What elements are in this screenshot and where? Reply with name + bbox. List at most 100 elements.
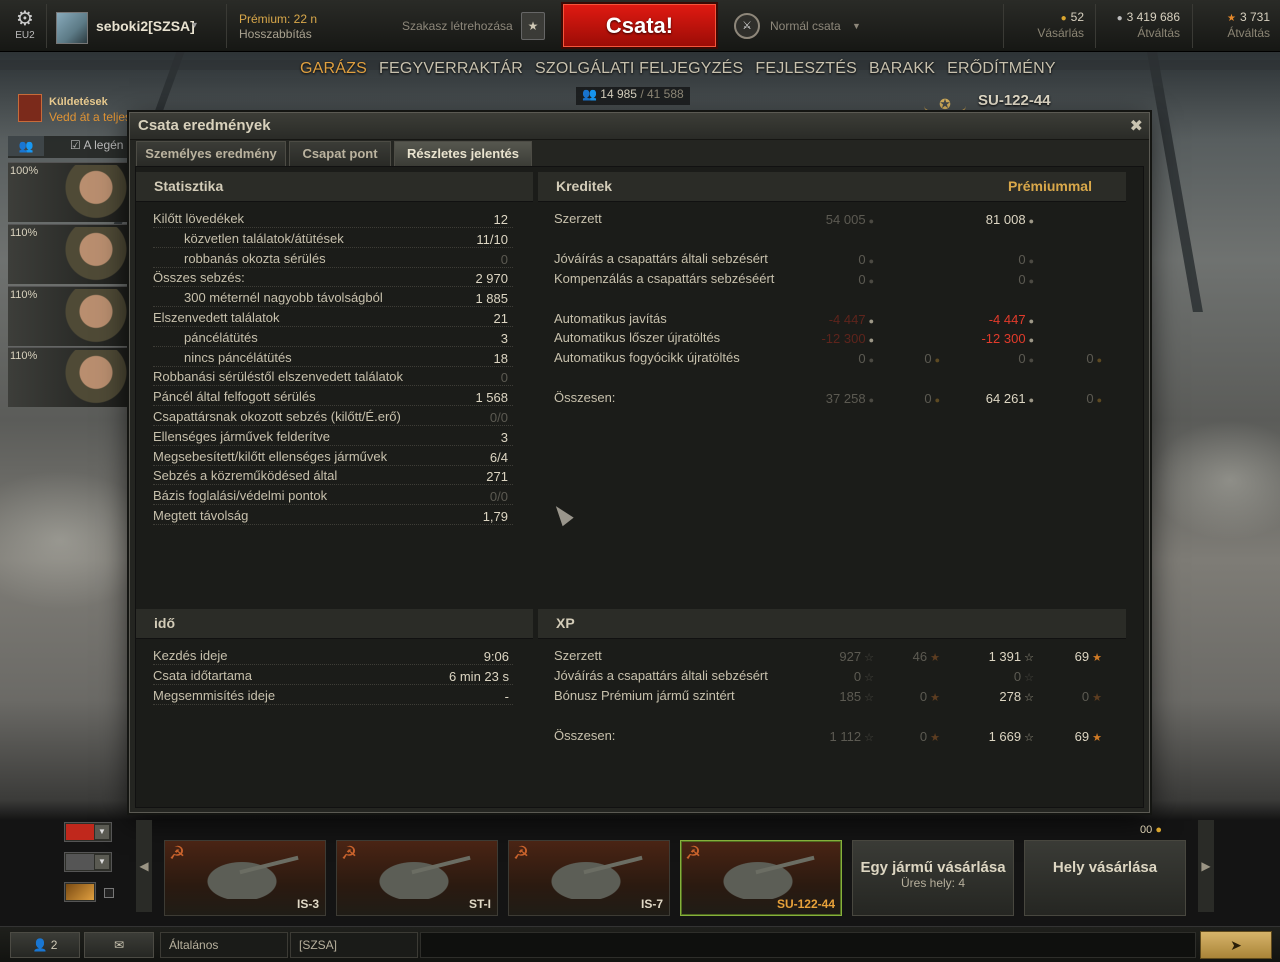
credits-icon: ● [868,395,874,406]
nav-service-record[interactable]: SZOLGÁLATI FELJEGYZÉS [535,60,743,77]
nav-store[interactable]: FEGYVERRAKTÁR [379,60,523,77]
dotted-leader [153,425,513,426]
stat-value: 1 885 [475,291,508,307]
value-text: 278 [999,689,1022,704]
credits-icon: ● [868,315,874,326]
free-xp-star-icon: ★ [1092,652,1102,664]
crew-member[interactable]: 110% [8,347,128,407]
premium-extend-link[interactable]: Hosszabbítás [239,27,317,42]
clan-emblem[interactable] [56,12,88,44]
crew-member[interactable]: 100% [8,162,128,222]
vehicle-name: SU-122-44 [776,897,835,911]
free-xp-star-icon: ★ [930,652,940,664]
dotted-leader [153,664,513,665]
dotted-leader [153,326,513,327]
buy-vehicle-slot[interactable]: Egy jármű vásárlása Üres hely: 4 [852,840,1014,916]
star-icon: ☆ [864,692,874,704]
carousel-right-arrow[interactable]: ▶ [1198,820,1214,912]
gold-balance[interactable]: ● 52 Vásárlás [1010,10,1084,41]
time-label: Megsemmisítés ideje [153,688,276,703]
vehicle-slot[interactable]: ☭ IS-7 [508,840,670,916]
tab-team[interactable]: Csapat pont [289,141,391,166]
dialog-title: Csata eredmények [130,113,1149,140]
xp-premium-value: 1 391 ☆ [989,649,1034,664]
value-text: 0 [1018,351,1026,367]
battle-mode-icon[interactable]: ⚔ [734,13,760,39]
premium-filter[interactable] [64,882,96,902]
credits-icon: ● [1028,335,1034,346]
battle-mode-select[interactable]: Normál csata [770,19,841,33]
crew-member[interactable]: 110% [8,224,128,284]
free-xp-star-icon: ★ [1092,692,1102,704]
free-xp-star-icon: ★ [930,692,940,704]
credits-label: Automatikus lőszer újratöltés [554,330,721,346]
time-value: 9:06 [483,649,509,664]
time-label: Kezdés ideje [153,648,228,663]
credits-base-value: -4 447 ● [829,312,874,327]
crew-portrait [64,289,128,345]
crew-group-button[interactable]: 👥 [8,136,44,156]
vehicle-slot[interactable]: ☭ ST-I [336,840,498,916]
nav-research[interactable]: FEJLESZTÉS [755,60,857,77]
nav-stronghold[interactable]: ERŐDÍTMÉNY [947,60,1056,77]
credits-premium-value: 81 008 ● [986,212,1034,227]
nav-barracks[interactable]: BARAKK [869,60,935,77]
settings-button[interactable]: ⚙ EU2 [10,8,40,48]
premium-status[interactable]: Prémium: 22 n Hosszabbítás [239,12,317,42]
credits-base-value: -12 300 ● [821,331,874,346]
buy-slot[interactable]: Hely vásárlása [1024,840,1186,916]
channel-general[interactable]: Általános [160,932,288,958]
chevron-down-icon[interactable]: ▾ [192,20,197,31]
credits-icon: ● [1028,355,1034,366]
dotted-leader [153,524,513,525]
chevron-down-icon: ▼ [95,825,109,839]
nation-filter[interactable]: ▼ [64,822,112,842]
stat-label: Megsebesített/kilőtt ellenséges járművek [153,448,388,464]
channel-clan[interactable]: [SZSA] [290,932,418,958]
value-text: 0 [919,689,928,704]
battle-results-dialog: Csata eredmények ✖ Személyes eredmény Cs… [129,112,1150,813]
crew-member[interactable]: 110% [8,286,128,346]
chevron-down-icon[interactable]: ▼ [852,21,861,31]
battle-button[interactable]: Csata! [561,2,718,49]
carousel-left-arrow[interactable]: ◀ [136,820,152,912]
value-text: 0 [1018,271,1026,287]
vehicle-slot[interactable]: ☭ SU-122-44 [680,840,842,916]
send-icon[interactable]: ➤ [1200,931,1272,959]
type-filter[interactable]: ▼ [64,852,112,872]
credits-base-value: 0 ● [858,252,874,267]
stat-value: 3 [500,429,508,445]
nav-garage[interactable]: GARÁZS [300,60,367,77]
chat-icon: ✉ [113,938,125,952]
free-xp-balance[interactable]: ★ 3 731 Átváltás [1196,10,1270,41]
close-icon[interactable]: ✖ [1130,116,1143,136]
vehicle-slot[interactable]: ☭ IS-3 [164,840,326,916]
filter-checkbox[interactable] [104,888,114,898]
stat-label: Ellenséges járművek felderítve [153,428,331,444]
value-text: 1 669 [988,729,1022,744]
ussr-emblem-icon: ☭ [169,843,186,863]
xp-label: Jóváírás a csapattárs általi sebzésért [554,668,768,683]
gold-base-value: 0 ● [924,351,940,366]
star-icon: ☆ [1024,692,1034,704]
premium-column-header: Prémiummal [1007,178,1092,194]
credits-label: Automatikus javítás [554,310,667,326]
missions-subtitle: Vedd át a teljes [49,110,132,124]
credits-label: Kompenzálás a csapattárs sebzéséért [554,270,775,286]
tank-image [367,855,461,899]
xp-base-value: 927 ☆ [839,649,874,664]
chat-input[interactable] [420,932,1196,958]
username[interactable]: seboki2[SZSA] [96,18,195,34]
gold-coin-icon: ● [1155,824,1162,836]
contacts-button[interactable]: 👤 2 [10,932,80,958]
crew-filter-checkbox[interactable]: ☑ A legén [70,138,123,152]
free-xp-base-value: 46 ★ [913,649,940,664]
credits-balance[interactable]: ● 3 419 686 Átváltás [1100,10,1180,41]
chat-button[interactable]: ✉ [84,932,154,958]
platoon-create-label[interactable]: Szakasz létrehozása [402,19,513,33]
main-nav: GARÁZS FEGYVERRAKTÁR SZOLGÁLATI FELJEGYZÉS… [300,60,1068,78]
stat-value: 6/4 [489,449,508,465]
tab-personal[interactable]: Személyes eredmény [136,141,286,166]
platoon-star-icon[interactable]: ★ [521,12,545,40]
tab-detailed[interactable]: Részletes jelentés [394,141,532,166]
